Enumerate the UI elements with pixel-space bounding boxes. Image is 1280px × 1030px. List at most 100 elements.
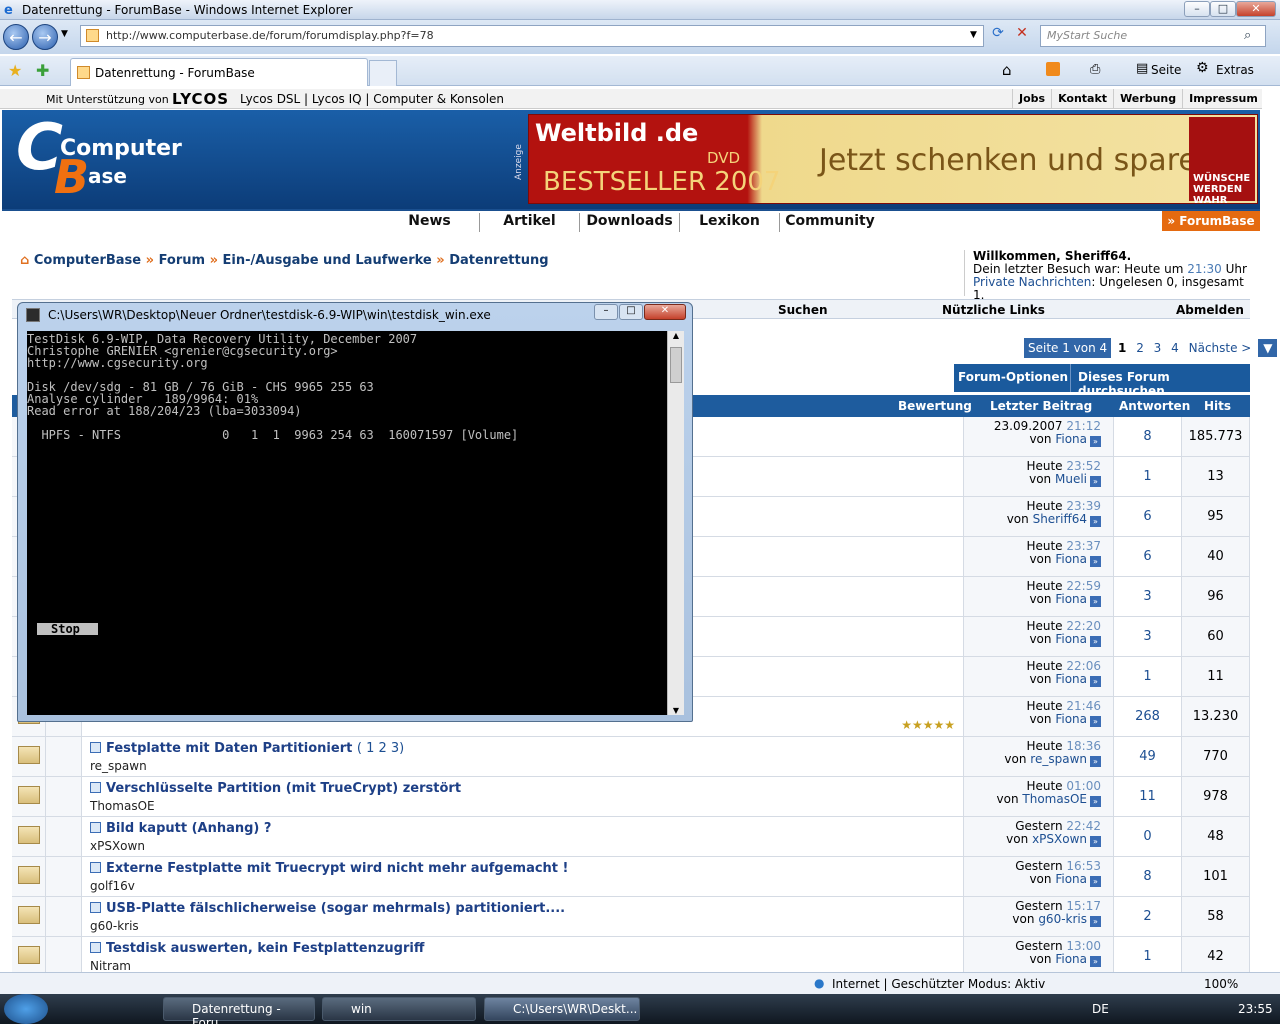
home-icon[interactable]: ⌂ xyxy=(1002,61,1012,79)
go-to-post-icon[interactable]: » xyxy=(1090,676,1101,687)
tab-active[interactable]: Datenrettung - ForumBase xyxy=(70,58,368,86)
close-button[interactable]: ✕ xyxy=(1236,1,1276,17)
crumb-current[interactable]: Datenrettung xyxy=(449,253,548,268)
nav-lexikon[interactable]: Lexikon xyxy=(680,213,780,232)
lycos-links[interactable]: Lycos DSL | Lycos IQ | Computer & Konsol… xyxy=(240,92,504,106)
last-post-user[interactable]: Mueli xyxy=(1055,472,1087,486)
answer-count[interactable]: 3 xyxy=(1114,617,1182,656)
impressum-link[interactable]: Impressum xyxy=(1182,89,1264,108)
answer-count[interactable]: 6 xyxy=(1114,537,1182,576)
go-to-post-icon[interactable]: » xyxy=(1090,716,1101,727)
taskbar-ie[interactable]: Datenrettung - Foru... xyxy=(163,997,315,1030)
zoom-level[interactable]: 100% xyxy=(1204,977,1238,991)
thread-author[interactable]: golf16v xyxy=(90,879,135,893)
last-post-user[interactable]: Fiona xyxy=(1055,712,1087,726)
last-post-user[interactable]: Fiona xyxy=(1055,552,1087,566)
col-answers[interactable]: Antworten xyxy=(1119,399,1190,413)
last-post-user[interactable]: re_spawn xyxy=(1030,752,1087,766)
history-dropdown-icon[interactable]: ▼ xyxy=(61,29,68,39)
go-to-post-icon[interactable]: » xyxy=(1090,916,1101,927)
go-to-post-icon[interactable]: » xyxy=(1090,516,1101,527)
add-favorites-icon[interactable]: ✚ xyxy=(36,61,49,80)
crumb-section[interactable]: Ein-/Ausgabe und Laufwerke xyxy=(223,253,432,268)
computerbase-logo[interactable]: C Computer B ase xyxy=(16,116,182,206)
stop-button[interactable]: Stop xyxy=(37,623,98,635)
answer-count[interactable]: 8 xyxy=(1114,857,1182,896)
address-input[interactable]: http://www.computerbase.de/forum/forumdi… xyxy=(80,25,984,47)
search-icon[interactable]: ⌕ xyxy=(1244,28,1251,43)
scroll-thumb[interactable] xyxy=(670,347,682,383)
thread-author[interactable]: re_spawn xyxy=(90,759,147,773)
jobs-link[interactable]: Jobs xyxy=(1012,89,1051,108)
nav-community[interactable]: Community xyxy=(780,213,880,232)
language-indicator[interactable]: DE xyxy=(1092,1002,1109,1016)
thread-author[interactable]: xPSXown xyxy=(90,839,145,853)
thread-title[interactable]: USB-Platte fälschlicherweise (sogar mehr… xyxy=(90,901,565,916)
page-2[interactable]: 2 xyxy=(1133,338,1147,358)
last-post-user[interactable]: g60-kris xyxy=(1038,912,1087,926)
last-post-user[interactable]: ThomasOE xyxy=(1022,792,1087,806)
taskbar-console[interactable]: C:\Users\WR\Deskt... xyxy=(484,997,640,1021)
rss-icon[interactable] xyxy=(1046,62,1060,76)
answer-count[interactable]: 2 xyxy=(1114,897,1182,936)
answer-count[interactable]: 3 xyxy=(1114,577,1182,616)
answer-count[interactable]: 0 xyxy=(1114,817,1182,856)
answer-count[interactable]: 268 xyxy=(1114,697,1182,736)
thread-author[interactable]: ThomasOE xyxy=(90,799,155,813)
advertisement-banner[interactable]: Weltbild .de DVD BESTSELLER 2007 Jetzt s… xyxy=(528,114,1258,206)
go-to-post-icon[interactable]: » xyxy=(1090,876,1101,887)
nav-news[interactable]: News xyxy=(380,213,480,232)
go-to-post-icon[interactable]: » xyxy=(1090,836,1101,847)
search-input[interactable]: MyStart Suche xyxy=(1040,25,1266,47)
answer-count[interactable]: 1 xyxy=(1114,457,1182,496)
go-to-post-icon[interactable]: » xyxy=(1090,796,1101,807)
col-last-post[interactable]: Letzter Beitrag xyxy=(990,399,1092,413)
last-post-user[interactable]: Fiona xyxy=(1055,432,1087,446)
go-to-post-icon[interactable]: » xyxy=(1090,476,1101,487)
go-to-post-icon[interactable]: » xyxy=(1090,956,1101,967)
maximize-button[interactable]: □ xyxy=(1210,1,1236,17)
thread-title[interactable]: Externe Festplatte mit Truecrypt wird ni… xyxy=(90,861,568,876)
thread-title[interactable]: Festplatte mit Daten Partitioniert ( 1 2… xyxy=(90,741,404,756)
forum-options-menu[interactable]: Forum-Optionen xyxy=(958,370,1068,384)
page-3[interactable]: 3 xyxy=(1151,338,1165,358)
refresh-icon[interactable]: ⟳ xyxy=(988,25,1008,47)
thread-title[interactable]: Testdisk auswerten, kein Festplattenzugr… xyxy=(90,941,424,956)
testdisk-console-window[interactable]: C:\Users\WR\Desktop\Neuer Ordner\testdis… xyxy=(17,302,693,722)
nav-artikel[interactable]: Artikel xyxy=(480,213,580,232)
back-button[interactable]: ← xyxy=(3,24,29,50)
go-to-post-icon[interactable]: » xyxy=(1090,756,1101,767)
page-4[interactable]: 4 xyxy=(1168,338,1182,358)
menu-links[interactable]: Nützliche Links xyxy=(942,303,1045,317)
thread-pages[interactable]: ( 1 2 3) xyxy=(357,741,404,756)
pm-link[interactable]: Private Nachrichten xyxy=(973,275,1091,289)
crumb-home[interactable]: ComputerBase xyxy=(34,253,141,268)
favorites-star-icon[interactable]: ★ xyxy=(8,61,22,80)
go-to-post-icon[interactable]: » xyxy=(1090,436,1101,447)
kontakt-link[interactable]: Kontakt xyxy=(1051,89,1113,108)
console-scrollbar[interactable]: ▲ ▼ xyxy=(667,331,684,715)
forward-button[interactable]: → xyxy=(32,24,58,50)
new-tab-button[interactable] xyxy=(369,60,397,86)
console-maximize[interactable]: □ xyxy=(619,304,643,320)
last-post-user[interactable]: Fiona xyxy=(1055,872,1087,886)
go-to-post-icon[interactable]: » xyxy=(1090,556,1101,567)
print-icon[interactable]: ⎙ xyxy=(1090,62,1100,77)
forum-search-menu[interactable]: Dieses Forum durchsuchen xyxy=(1078,370,1250,398)
extras-menu[interactable]: Extras xyxy=(1216,63,1254,77)
start-button[interactable] xyxy=(4,994,48,1024)
clock[interactable]: 23:55 xyxy=(1238,1002,1273,1016)
last-post-user[interactable]: Fiona xyxy=(1055,672,1087,686)
taskbar-win-folder[interactable]: win xyxy=(322,997,476,1021)
last-post-user[interactable]: xPSXown xyxy=(1032,832,1087,846)
crumb-forum[interactable]: Forum xyxy=(159,253,206,268)
answer-count[interactable]: 11 xyxy=(1114,777,1182,816)
answer-count[interactable]: 6 xyxy=(1114,497,1182,536)
answer-count[interactable]: 1 xyxy=(1114,937,1182,976)
menu-abmelden[interactable]: Abmelden xyxy=(1176,303,1244,317)
url-dropdown-icon[interactable]: ▼ xyxy=(970,30,977,40)
thread-title[interactable]: Verschlüsselte Partition (mit TrueCrypt)… xyxy=(90,781,461,796)
col-hits[interactable]: Hits xyxy=(1204,399,1231,413)
minimize-button[interactable]: – xyxy=(1184,1,1210,17)
answer-count[interactable]: 1 xyxy=(1114,657,1182,696)
